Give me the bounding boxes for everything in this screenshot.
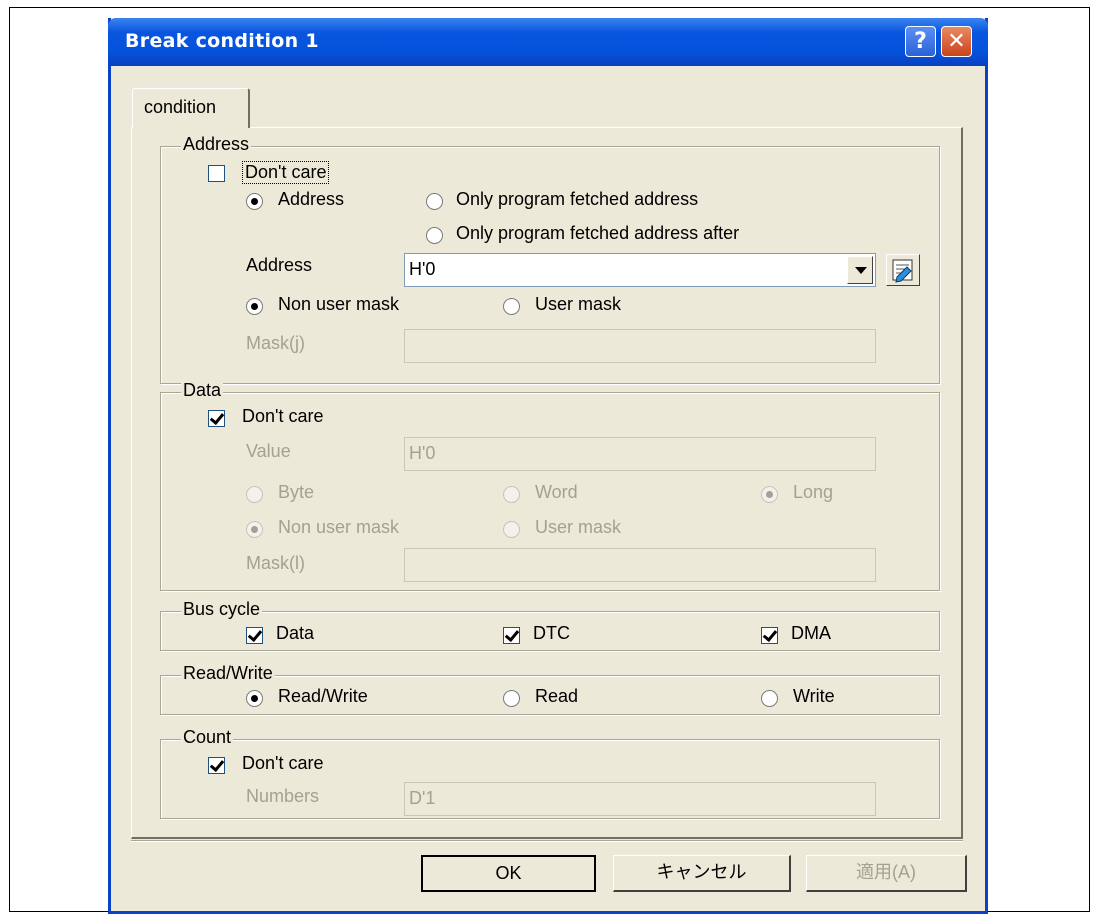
radio-address-label[interactable]: Address (278, 189, 344, 210)
address-legend: Address (181, 134, 252, 155)
dialog-title: Break condition 1 (125, 30, 319, 52)
radio-write[interactable] (761, 690, 778, 707)
address-mask-input[interactable] (404, 329, 876, 363)
data-legend: Data (181, 380, 224, 401)
title-bar[interactable]: Break condition 1 ? ✕ (108, 18, 988, 66)
radio-read-write-label[interactable]: Read/Write (278, 686, 368, 707)
radio-byte-label[interactable]: Byte (278, 482, 314, 503)
radio-read-write[interactable] (246, 690, 263, 707)
cancel-button[interactable]: キャンセル (613, 855, 791, 892)
address-dont-care-label[interactable]: Don't care (242, 161, 330, 184)
radio-byte[interactable] (246, 486, 263, 503)
symbol-browse-button[interactable] (886, 254, 920, 286)
address-mask-label: Mask(j) (246, 333, 305, 353)
address-dropdown-button[interactable] (847, 256, 873, 284)
count-dont-care-checkbox[interactable] (208, 757, 225, 774)
radio-only-fetched-after-label[interactable]: Only program fetched address after (456, 223, 739, 244)
read-write-legend: Read/Write (181, 663, 275, 684)
bus-data-label[interactable]: Data (276, 623, 314, 644)
count-legend: Count (181, 727, 234, 748)
radio-only-fetched-after[interactable] (426, 227, 443, 244)
bus-data-checkbox[interactable] (246, 627, 263, 644)
button-separator (131, 840, 963, 842)
apply-button[interactable]: 適用(A) (806, 855, 967, 892)
radio-read-label[interactable]: Read (535, 686, 578, 707)
radio-data-non-user-mask[interactable] (246, 521, 263, 538)
radio-only-fetched-label[interactable]: Only program fetched address (456, 189, 698, 210)
count-numbers-label: Numbers (246, 786, 320, 806)
bus-dma-checkbox[interactable] (761, 627, 778, 644)
radio-address-non-user-mask-label[interactable]: Non user mask (278, 294, 399, 315)
symbol-browse-icon (892, 259, 913, 283)
bus-cycle-legend: Bus cycle (181, 599, 263, 620)
radio-address[interactable] (246, 193, 263, 210)
radio-address-user-mask-label[interactable]: User mask (535, 294, 621, 315)
radio-address-non-user-mask[interactable] (246, 298, 263, 315)
bus-dtc-label[interactable]: DTC (533, 623, 570, 644)
radio-word[interactable] (503, 486, 520, 503)
data-value-input[interactable]: H'0 (404, 437, 876, 471)
radio-write-label[interactable]: Write (793, 686, 835, 707)
bus-dma-label[interactable]: DMA (791, 623, 831, 644)
count-numbers-value: D'1 (409, 788, 436, 808)
bus-dtc-checkbox[interactable] (503, 627, 520, 644)
radio-word-label[interactable]: Word (535, 482, 578, 503)
radio-data-user-mask[interactable] (503, 521, 520, 538)
address-field-label: Address (246, 255, 313, 275)
radio-long[interactable] (761, 486, 778, 503)
tab-condition[interactable]: condition (132, 88, 250, 128)
ok-button[interactable]: OK (421, 855, 596, 892)
address-dont-care-checkbox[interactable] (208, 165, 225, 182)
data-value-label: Value (246, 441, 291, 461)
data-value-text: H'0 (409, 443, 436, 463)
data-mask-input[interactable] (404, 548, 876, 582)
data-dont-care-checkbox[interactable] (208, 410, 225, 427)
radio-data-non-user-mask-label[interactable]: Non user mask (278, 517, 399, 538)
data-mask-label: Mask(l) (246, 553, 305, 573)
count-numbers-input[interactable]: D'1 (404, 782, 876, 816)
radio-long-label[interactable]: Long (793, 482, 833, 503)
radio-address-user-mask[interactable] (503, 298, 520, 315)
radio-only-fetched[interactable] (426, 193, 443, 210)
count-dont-care-label[interactable]: Don't care (242, 753, 323, 774)
address-combo[interactable]: H'0 (404, 253, 876, 287)
address-combo-value: H'0 (409, 259, 436, 279)
data-dont-care-label[interactable]: Don't care (242, 406, 323, 427)
close-button[interactable]: ✕ (941, 26, 972, 57)
radio-read[interactable] (503, 690, 520, 707)
radio-data-user-mask-label[interactable]: User mask (535, 517, 621, 538)
help-button[interactable]: ? (905, 26, 936, 57)
